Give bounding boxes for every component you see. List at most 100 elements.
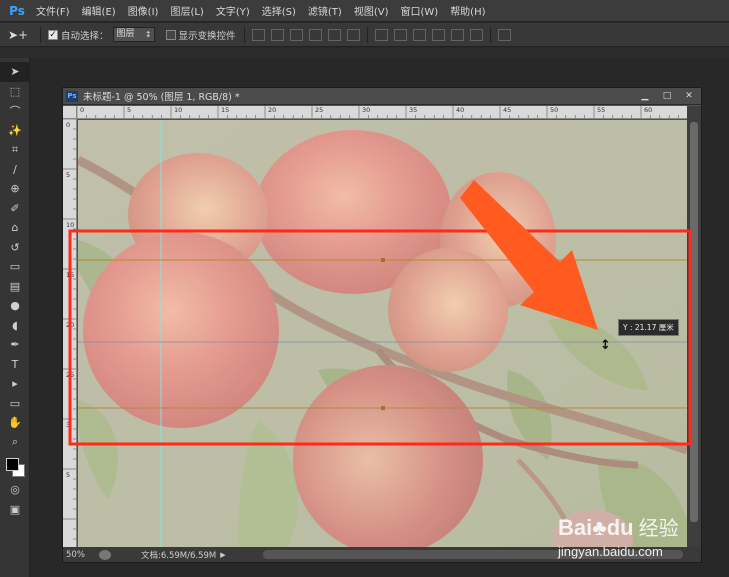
ruler-label: 25 (66, 371, 75, 379)
shape-tool-icon[interactable]: ▭ (0, 394, 30, 414)
zoom-level[interactable]: 50% (63, 550, 99, 560)
vertical-scrollbar[interactable] (687, 106, 701, 547)
status-icon[interactable] (99, 549, 111, 560)
menu-image[interactable]: 图像(I) (122, 3, 165, 18)
menu-window[interactable]: 窗口(W) (394, 3, 444, 18)
eyedropper-tool-icon[interactable]: ∕ (0, 160, 30, 180)
eraser-tool-icon[interactable]: ▭ (0, 257, 30, 277)
menu-help[interactable]: 帮助(H) (444, 3, 491, 18)
ruler-vertical[interactable]: 0 5 10 15 20 25 3 5 (63, 119, 77, 547)
ruler-label: 55 (597, 106, 606, 114)
ruler-label: 5 (66, 171, 71, 179)
ruler-label: 10 (174, 106, 183, 114)
guide-position-readout: Y : 21.17 厘米 (618, 319, 679, 336)
watermark-url: jingyan.baidu.com (558, 544, 663, 559)
distribute-vcenter-icon[interactable] (393, 28, 407, 41)
zoom-tool-icon[interactable]: ⌕ (0, 433, 30, 453)
ruler-label: 3 (66, 421, 71, 429)
minimize-icon[interactable]: ▁ (635, 90, 655, 103)
healing-brush-icon[interactable]: ⊕ (0, 179, 30, 199)
ruler-label: 20 (66, 321, 75, 329)
ruler-label: 25 (315, 106, 324, 114)
ruler-ticks-v (63, 119, 76, 540)
color-swatches[interactable] (0, 452, 29, 480)
ps-doc-icon: Ps (66, 90, 78, 102)
document-title-bar[interactable]: Ps 未标题-1 @ 50% (图层 1, RGB/8) * ▁ □ ✕ (63, 88, 701, 105)
align-bottom-icon[interactable] (289, 28, 303, 41)
pen-tool-icon[interactable]: ✒ (0, 335, 30, 355)
canvas[interactable] (78, 120, 687, 547)
distribute-right-icon[interactable] (469, 28, 483, 41)
foreground-color[interactable] (6, 458, 19, 471)
screen-mode-icon[interactable]: ▣ (0, 500, 30, 520)
panel-collapse-strip[interactable]: » (0, 48, 729, 65)
gradient-tool-icon[interactable]: ▤ (0, 277, 30, 297)
ruler-label: 35 (409, 106, 418, 114)
auto-align-icon[interactable] (497, 28, 511, 41)
menu-select[interactable]: 选择(S) (256, 3, 302, 18)
toolbox: ➤ ⬚ ⌒ ✨ ⌗ ∕ ⊕ ✐ ⌂ ↺ ▭ ▤ ● ◖ ✒ T ▸ ▭ ✋ ⌕ … (0, 58, 30, 577)
distribute-top-icon[interactable] (374, 28, 388, 41)
align-vcenter-icon[interactable] (270, 28, 284, 41)
close-icon[interactable]: ✕ (679, 90, 699, 103)
ruler-label: 5 (127, 106, 132, 114)
clone-stamp-icon[interactable]: ⌂ (0, 218, 30, 238)
distribute-bottom-icon[interactable] (412, 28, 426, 41)
align-right-icon[interactable] (346, 28, 360, 41)
menu-layer[interactable]: 图层(L) (164, 3, 209, 18)
move-tool-icon[interactable]: ➤ (0, 62, 30, 82)
document-size: 文档:6.59M/6.59M (141, 550, 217, 561)
crop-tool-icon[interactable]: ⌗ (0, 140, 30, 160)
status-menu-arrow-icon[interactable]: ▶ (220, 551, 225, 559)
lasso-tool-icon[interactable]: ⌒ (0, 101, 30, 121)
distribute-left-icon[interactable] (431, 28, 445, 41)
divider (243, 26, 245, 43)
ruler-label: 45 (503, 106, 512, 114)
baidu-jingyan-watermark: Bai♣du 经验 jingyan.baidu.com (558, 515, 679, 559)
paw-icon: ♣ (592, 515, 607, 540)
magic-wand-tool-icon[interactable]: ✨ (0, 121, 30, 141)
options-bar: ➤+ ✓ 自动选择： 图层 显示变换控件 (0, 23, 729, 47)
menu-file[interactable]: 文件(F) (30, 3, 76, 18)
quick-mask-icon[interactable]: ◎ (0, 480, 30, 500)
menu-type[interactable]: 文字(Y) (210, 3, 256, 18)
type-tool-icon[interactable]: T (0, 355, 30, 375)
menu-bar: Ps 文件(F) 编辑(E) 图像(I) 图层(L) 文字(Y) 选择(S) 滤… (0, 0, 729, 22)
align-top-icon[interactable] (251, 28, 265, 41)
move-guide-cursor-icon: ↕ (600, 338, 611, 353)
divider (40, 26, 41, 43)
align-left-icon[interactable] (308, 28, 322, 41)
ruler-label: 15 (221, 106, 230, 114)
ruler-label: 30 (362, 106, 371, 114)
vertical-scroll-thumb[interactable] (690, 122, 698, 522)
blur-tool-icon[interactable]: ● (0, 296, 30, 316)
hand-tool-icon[interactable]: ✋ (0, 413, 30, 433)
path-selection-icon[interactable]: ▸ (0, 374, 30, 394)
distribute-hcenter-icon[interactable] (450, 28, 464, 41)
document-title: 未标题-1 @ 50% (图层 1, RGB/8) * (83, 92, 240, 103)
peach-photo (78, 120, 687, 547)
menu-view[interactable]: 视图(V) (348, 3, 395, 18)
menu-edit[interactable]: 编辑(E) (76, 3, 122, 18)
divider (489, 26, 491, 43)
auto-select-checkbox[interactable]: ✓ (48, 29, 58, 40)
ruler-label: 0 (80, 106, 85, 114)
brush-tool-icon[interactable]: ✐ (0, 199, 30, 219)
ruler-corner[interactable] (63, 106, 77, 119)
ruler-label: 10 (66, 221, 75, 229)
ruler-ticks-h (77, 106, 679, 118)
dodge-tool-icon[interactable]: ◖ (0, 316, 30, 336)
menu-filter[interactable]: 滤镜(T) (302, 3, 348, 18)
ruler-label: 20 (268, 106, 277, 114)
align-hcenter-icon[interactable] (327, 28, 341, 41)
photoshop-logo: Ps (9, 3, 25, 18)
auto-select-target-dropdown[interactable]: 图层 (112, 27, 155, 42)
ruler-label: 0 (66, 121, 71, 129)
ruler-horizontal[interactable]: 0 5 10 15 20 25 30 35 40 45 50 55 60 (77, 106, 687, 119)
marquee-tool-icon[interactable]: ⬚ (0, 82, 30, 102)
maximize-icon[interactable]: □ (657, 90, 677, 103)
show-transform-checkbox[interactable] (165, 29, 176, 40)
move-tool-icon[interactable]: ➤+ (0, 25, 36, 45)
ruler-label: 60 (644, 106, 653, 114)
history-brush-icon[interactable]: ↺ (0, 238, 30, 258)
